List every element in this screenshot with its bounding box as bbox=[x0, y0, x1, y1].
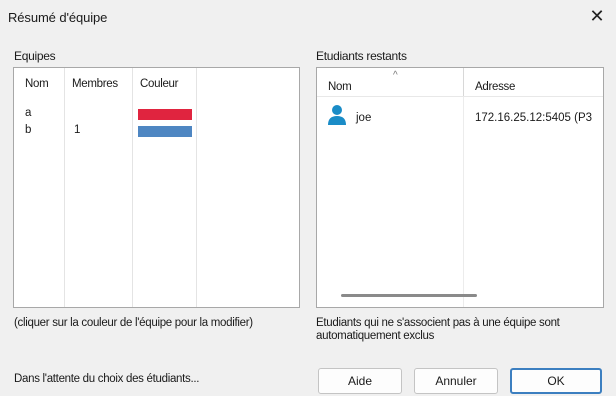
ok-button[interactable]: OK bbox=[510, 368, 602, 394]
column-divider bbox=[463, 68, 464, 96]
student-address: 172.16.25.12:5405 (P3 bbox=[475, 112, 593, 124]
team-color-swatch[interactable] bbox=[138, 109, 192, 120]
window-title: Résumé d'équipe bbox=[8, 10, 108, 25]
header-divider bbox=[317, 96, 603, 97]
team-name[interactable]: a bbox=[25, 107, 31, 119]
teams-list[interactable]: Nom Membres Couleur a b 1 bbox=[13, 67, 300, 308]
students-group-label: Etudiants restants bbox=[316, 49, 407, 63]
sort-ascending-icon: ^ bbox=[393, 70, 398, 81]
cancel-button[interactable]: Annuler bbox=[414, 368, 498, 394]
horizontal-scrollbar-thumb[interactable] bbox=[341, 294, 477, 297]
exclusion-note-text: Etudiants qui ne s'associent pas à une é… bbox=[316, 317, 560, 342]
column-divider bbox=[196, 68, 197, 307]
team-members: 1 bbox=[74, 124, 81, 136]
student-name[interactable]: joe bbox=[356, 112, 371, 124]
column-divider bbox=[463, 96, 464, 307]
column-divider bbox=[132, 68, 133, 307]
column-header-address[interactable]: Adresse bbox=[475, 81, 515, 93]
column-divider bbox=[64, 68, 65, 307]
close-button[interactable]: ✕ bbox=[586, 6, 608, 26]
students-list[interactable]: ^ Nom Adresse joe 172.16.25.12:5405 (P3 bbox=[316, 67, 604, 308]
color-hint-text: (cliquer sur la couleur de l'équipe pour… bbox=[14, 317, 253, 329]
user-icon bbox=[327, 104, 347, 126]
help-button[interactable]: Aide bbox=[318, 368, 402, 394]
column-header-name[interactable]: Nom bbox=[328, 81, 352, 93]
status-text: Dans l'attente du choix des étudiants... bbox=[14, 373, 200, 385]
team-name[interactable]: b bbox=[25, 124, 31, 136]
column-header-color[interactable]: Couleur bbox=[140, 78, 178, 90]
team-color-swatch[interactable] bbox=[138, 126, 192, 137]
column-header-name[interactable]: Nom bbox=[25, 78, 49, 90]
column-header-members[interactable]: Membres bbox=[72, 78, 118, 90]
teams-group-label: Equipes bbox=[14, 49, 56, 63]
